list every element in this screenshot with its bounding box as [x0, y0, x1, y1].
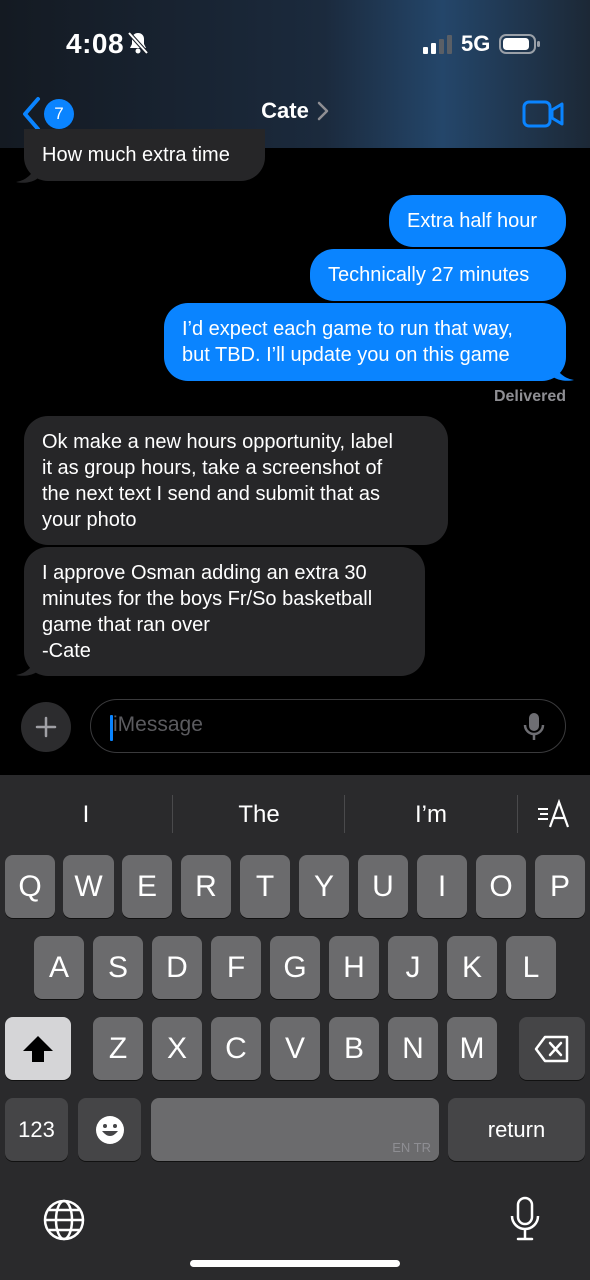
shift-arrow-icon: [23, 1035, 53, 1062]
key-q[interactable]: Q: [5, 855, 55, 918]
shift-key[interactable]: [5, 1017, 71, 1080]
globe-icon[interactable]: [42, 1198, 86, 1242]
silent-bell-icon: [127, 31, 149, 55]
numbers-key[interactable]: 123: [5, 1098, 68, 1161]
facetime-video-icon[interactable]: [522, 99, 564, 129]
message-line: minutes for the boys Fr/So basketball: [42, 588, 373, 610]
suggestion-1[interactable]: I: [0, 795, 172, 835]
chevron-right-icon: [317, 101, 329, 121]
key-i[interactable]: I: [417, 855, 467, 918]
status-time: 4:08: [66, 28, 125, 59]
key-x[interactable]: X: [152, 1017, 202, 1080]
key-h[interactable]: H: [329, 936, 379, 999]
bubble-tail: [552, 360, 574, 381]
outgoing-message[interactable]: I’d expect each game to run that way, bu…: [164, 303, 566, 381]
dictation-mic-icon[interactable]: [508, 1196, 542, 1242]
home-indicator[interactable]: [190, 1260, 400, 1267]
key-e[interactable]: E: [122, 855, 172, 918]
contact-name: Cate: [261, 98, 309, 123]
message-line: Extra half hour: [407, 210, 538, 232]
key-y[interactable]: Y: [299, 855, 349, 918]
suggestion-divider: [517, 795, 518, 833]
message-line: -Cate: [42, 640, 91, 662]
key-b[interactable]: B: [329, 1017, 379, 1080]
message-line: Technically 27 minutes: [328, 264, 530, 286]
key-j[interactable]: J: [388, 936, 438, 999]
bubble-tail: [16, 162, 38, 183]
key-d[interactable]: D: [152, 936, 202, 999]
message-line: it as group hours, take a screenshot of: [42, 457, 383, 479]
network-type: 5G: [461, 31, 491, 56]
message-line: game that ran over: [42, 614, 210, 636]
key-g[interactable]: G: [270, 936, 320, 999]
suggestion-2[interactable]: The: [173, 795, 345, 835]
incoming-message[interactable]: I approve Osman adding an extra 30 minut…: [24, 547, 425, 676]
key-k[interactable]: K: [447, 936, 497, 999]
key-n[interactable]: N: [388, 1017, 438, 1080]
message-input[interactable]: iMessage: [90, 699, 566, 753]
incoming-message[interactable]: How much extra time: [24, 129, 265, 181]
key-t[interactable]: T: [240, 855, 290, 918]
key-r[interactable]: R: [181, 855, 231, 918]
message-line: Ok make a new hours opportunity, label: [42, 431, 393, 453]
key-c[interactable]: C: [211, 1017, 261, 1080]
key-f[interactable]: F: [211, 936, 261, 999]
text-format-icon[interactable]: [536, 799, 570, 829]
key-p[interactable]: P: [535, 855, 585, 918]
key-m[interactable]: M: [447, 1017, 497, 1080]
incoming-message[interactable]: Ok make a new hours opportunity, label i…: [24, 416, 448, 545]
message-line: the next text I send and submit that as: [42, 483, 380, 505]
return-key[interactable]: return: [448, 1098, 585, 1161]
key-w[interactable]: W: [63, 855, 114, 918]
key-o[interactable]: O: [476, 855, 526, 918]
emoji-icon: [95, 1115, 124, 1144]
key-a[interactable]: A: [34, 936, 84, 999]
conversation-header: 4:08 5G 7 Cate: [0, 0, 590, 148]
plus-icon: [35, 716, 57, 738]
key-v[interactable]: V: [270, 1017, 320, 1080]
key-z[interactable]: Z: [93, 1017, 143, 1080]
outgoing-message[interactable]: Technically 27 minutes: [310, 249, 566, 301]
message-line: I approve Osman adding an extra 30: [42, 562, 367, 584]
apps-plus-button[interactable]: [21, 702, 71, 752]
outgoing-message[interactable]: Extra half hour: [389, 195, 566, 247]
key-s[interactable]: S: [93, 936, 143, 999]
battery-icon: [499, 34, 540, 54]
space-key[interactable]: EN TR: [151, 1098, 439, 1161]
emoji-key[interactable]: [78, 1098, 141, 1161]
key-l[interactable]: L: [506, 936, 556, 999]
keyboard-languages: EN TR: [392, 1140, 431, 1155]
message-line: I’d expect each game to run that way,: [182, 318, 513, 340]
delete-key[interactable]: [519, 1017, 585, 1080]
backspace-icon: [534, 1035, 569, 1062]
key-u[interactable]: U: [358, 855, 408, 918]
delivery-status: Delivered: [493, 388, 566, 405]
message-line: How much extra time: [42, 144, 230, 166]
contact-info-button[interactable]: Cate: [0, 98, 590, 124]
message-line: your photo: [42, 509, 137, 531]
message-line: but TBD. I’ll update you on this game: [182, 344, 510, 366]
bubble-tail: [16, 655, 38, 676]
suggestion-3[interactable]: I’m: [345, 795, 517, 835]
cellular-signal-icon: [423, 35, 452, 54]
dictation-mic-icon[interactable]: [521, 712, 547, 742]
message-placeholder: iMessage: [113, 713, 203, 736]
